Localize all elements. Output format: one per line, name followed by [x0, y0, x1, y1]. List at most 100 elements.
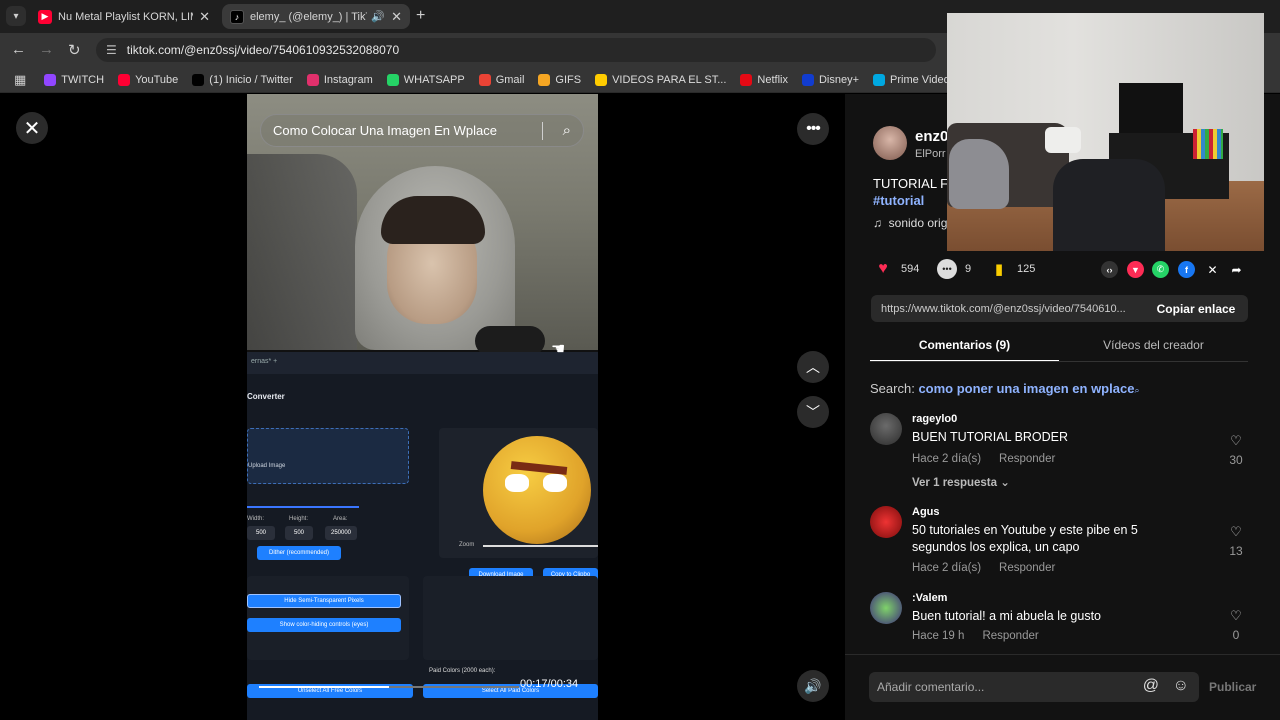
video-progress-fill — [259, 686, 389, 688]
repost-icon[interactable]: ▼ — [1127, 261, 1144, 278]
bookmark-item[interactable]: Gmail — [478, 73, 524, 86]
share-link-box[interactable]: https://www.tiktok.com/@enz0ssj/video/75… — [871, 295, 1248, 322]
publish-button[interactable]: Publicar — [1209, 680, 1256, 694]
close-video-button[interactable]: ✕ — [16, 112, 48, 144]
chevron-down-icon: ▾ — [13, 10, 19, 22]
disney-icon — [801, 73, 814, 86]
view-replies-button[interactable]: Ver 1 respuesta ⌄ — [912, 475, 1010, 489]
whatsapp-icon[interactable]: ✆ — [1152, 261, 1169, 278]
emoji-image — [483, 436, 591, 544]
author-handle[interactable]: enz0 — [915, 128, 948, 145]
x-icon[interactable]: ✕ — [1204, 261, 1221, 278]
close-tab-icon[interactable]: ✕ — [199, 9, 210, 25]
like-button[interactable]: ♥ 594 — [873, 259, 919, 279]
comment-button[interactable]: ••• 9 — [937, 259, 971, 279]
gifs-icon — [538, 73, 551, 86]
screen-upload-label: Upload Image — [248, 463, 286, 469]
bookmark-item[interactable]: WHATSAPP — [386, 73, 465, 86]
bookmark-item[interactable]: Prime Video — [873, 73, 950, 86]
reply-button[interactable]: Responder — [999, 453, 1055, 465]
heart-icon: ♥ — [878, 260, 888, 277]
instagram-icon — [306, 73, 319, 86]
comment-like-count: 0 — [1232, 628, 1240, 642]
comment-avatar[interactable] — [870, 592, 902, 624]
comment-user[interactable]: rageylo0 — [912, 413, 957, 425]
mention-icon[interactable]: @ — [1143, 677, 1159, 695]
gmail-icon — [478, 73, 491, 86]
screen-height-value: 500 — [285, 526, 313, 540]
bookmark-label: TWITCH — [61, 73, 105, 86]
comment-input[interactable]: Añadir comentario... @ ☺ — [869, 672, 1199, 702]
speaker-icon[interactable]: 🔊 — [371, 10, 385, 23]
screen-slider — [247, 506, 359, 508]
site-info-icon[interactable]: ☰ — [106, 43, 117, 57]
comment-user[interactable]: :Valem — [912, 592, 947, 604]
tab-comments[interactable]: Comentarios (9) — [870, 338, 1059, 362]
back-arrow-icon[interactable]: ← — [11, 41, 26, 58]
screen-show-controls: Show color-hiding controls (eyes) — [247, 618, 401, 632]
bookmark-label: WHATSAPP — [403, 73, 465, 86]
next-video-button[interactable]: ﹀ — [797, 396, 829, 428]
screen-area-value: 250000 — [325, 526, 357, 540]
screen-hide-pixels: Hide Semi-Transparent Pixels — [247, 594, 401, 608]
tab-tiktok[interactable]: ♪ elemy_ (@elemy_) | TikTok 🔊 ✕ — [222, 4, 410, 29]
tab-creator-videos[interactable]: Vídeos del creador — [1059, 338, 1248, 352]
emoji-icon[interactable]: ☺ — [1173, 677, 1189, 695]
bookmark-item[interactable]: GIFS — [538, 73, 581, 86]
comment-avatar[interactable] — [870, 506, 902, 538]
search-prefix: Search: — [870, 381, 915, 396]
bookmark-item[interactable]: Disney+ — [801, 73, 859, 86]
forward-arrow-icon[interactable]: → — [39, 41, 54, 58]
hashtag-link[interactable]: #tutorial — [873, 193, 924, 208]
screen-area-label: Area: — [333, 516, 348, 522]
netflix-icon — [740, 73, 753, 86]
volume-button[interactable]: 🔊 — [797, 670, 829, 702]
comment-like[interactable]: ♡ 13 — [1224, 524, 1248, 558]
reply-button[interactable]: Responder — [982, 630, 1038, 642]
video-time: 00:17/00:34 — [520, 678, 579, 690]
comment-like[interactable]: ♡ 30 — [1224, 433, 1248, 467]
comment-avatar[interactable] — [870, 413, 902, 445]
bookmark-item[interactable]: Netflix — [740, 73, 788, 86]
bookmark-label: YouTube — [135, 73, 179, 86]
facebook-icon[interactable]: f — [1178, 261, 1195, 278]
search-icon[interactable]: ⌕ — [563, 122, 571, 139]
video-progress-bar[interactable] — [259, 686, 519, 688]
video-player[interactable]: ernas* + Converter Upload Image Width: H… — [247, 94, 598, 720]
embed-icon[interactable]: ‹› — [1101, 261, 1118, 278]
reply-button[interactable]: Responder — [999, 562, 1055, 574]
comment-user[interactable]: Agus — [912, 506, 940, 518]
more-options-button[interactable]: ••• — [797, 113, 829, 145]
reload-icon[interactable]: ↻ — [68, 41, 81, 59]
search-suggestion[interactable]: Search: como poner una imagen en wplace⌕ — [870, 381, 1139, 396]
bookmark-item[interactable]: VIDEOS PARA EL ST... — [595, 73, 726, 86]
tab-search-button[interactable]: ▾ — [6, 6, 26, 26]
comment-text: BUEN TUTORIAL BRODER — [912, 430, 1069, 444]
books-image — [1193, 129, 1223, 159]
author-avatar[interactable] — [873, 126, 907, 160]
gaming-chair-image — [1053, 159, 1165, 251]
screen-height-label: Height: — [289, 516, 309, 522]
copy-link-button[interactable]: Copiar enlace — [1144, 295, 1248, 322]
bookmark-item[interactable]: TWITCH — [44, 73, 105, 86]
video-search-bar[interactable]: Como Colocar Una Imagen En Wplace ⌕ — [260, 114, 584, 147]
hair-image — [381, 196, 485, 244]
sound-link[interactable]: ♫ sonido origi — [873, 216, 950, 230]
bookmark-item[interactable]: Instagram — [306, 73, 373, 86]
mouse-cursor-icon: ☚ — [551, 341, 566, 358]
apps-grid-icon[interactable]: ▦ — [14, 72, 26, 88]
share-arrow-icon[interactable]: ➦ — [1228, 261, 1245, 278]
tab-youtube[interactable]: ▶ Nu Metal Playlist KORN, LIMP B ✕ — [30, 4, 218, 29]
youtube-icon — [118, 73, 131, 86]
url-field[interactable]: ☰ tiktok.com/@enz0ssj/video/754061093253… — [96, 38, 936, 62]
bookmark-label: (1) Inicio / Twitter — [209, 73, 293, 86]
close-tab-icon[interactable]: ✕ — [391, 9, 402, 25]
previous-video-button[interactable]: ︿ — [797, 351, 829, 383]
save-button[interactable]: ▮ 125 — [989, 259, 1036, 279]
comment-like[interactable]: ♡ 0 — [1224, 608, 1248, 642]
new-tab-button[interactable]: + — [416, 7, 425, 25]
bookmark-item[interactable]: (1) Inicio / Twitter — [192, 73, 293, 86]
search-query-link[interactable]: como poner una imagen en wplace — [918, 381, 1134, 396]
screen: ▾ ▶ Nu Metal Playlist KORN, LIMP B ✕ ♪ e… — [0, 0, 1280, 720]
bookmark-item[interactable]: YouTube — [118, 73, 179, 86]
